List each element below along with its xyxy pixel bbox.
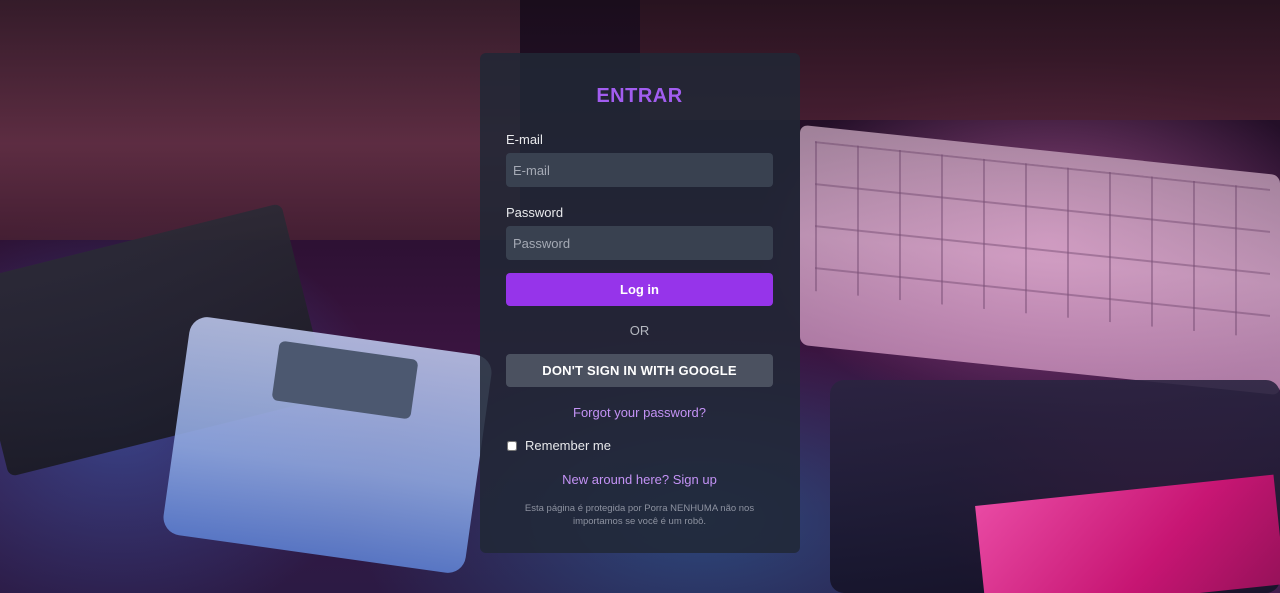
login-title: ENTRAR (596, 85, 683, 107)
login-card: ENTRAR E-mail Password Log in OR DON'T S… (480, 53, 800, 553)
password-label: Password (506, 205, 564, 220)
remember-me-label: Remember me (525, 438, 611, 453)
google-signin-button[interactable]: DON'T SIGN IN WITH GOOGLE (506, 354, 773, 387)
or-divider: OR (629, 323, 650, 338)
background-floppy-drive (0, 0, 520, 240)
remember-me[interactable]: Remember me (506, 437, 773, 454)
email-label: E-mail (506, 132, 543, 147)
password-field[interactable] (506, 226, 773, 260)
signup-link[interactable]: New around here? Sign up (506, 471, 773, 488)
login-button[interactable]: Log in (506, 273, 773, 306)
recaptcha-footnote: Esta página é protegida por Porra NENHUM… (524, 503, 755, 527)
remember-me-checkbox[interactable] (507, 440, 517, 451)
email-field[interactable] (506, 153, 773, 187)
forgot-password-link[interactable]: Forgot your password? (506, 404, 773, 421)
